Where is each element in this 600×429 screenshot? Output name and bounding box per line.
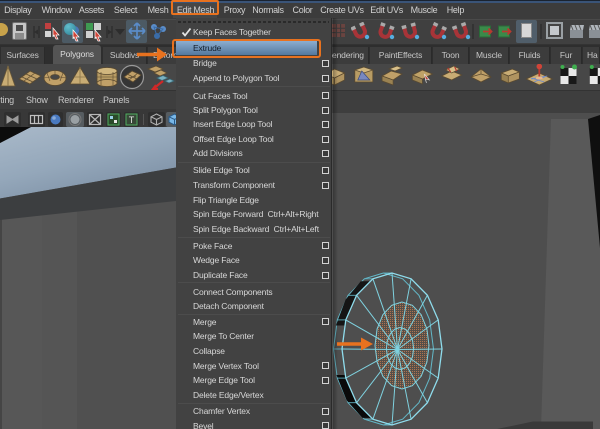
svg-text:T: T: [129, 115, 135, 125]
